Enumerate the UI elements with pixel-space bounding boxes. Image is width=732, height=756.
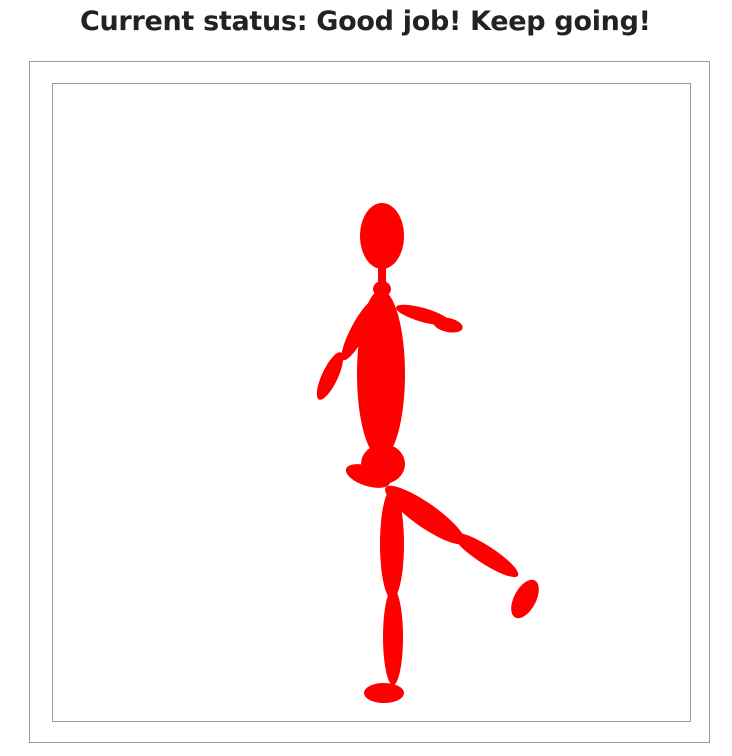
figure-thigh-standing: [380, 489, 404, 599]
pose-canvas: [52, 83, 691, 722]
figure-shin-standing: [383, 589, 403, 685]
figure-forearm-left: [316, 352, 344, 400]
status-heading: Current status: Good job! Keep going!: [80, 6, 651, 37]
figure-head: [360, 203, 404, 269]
pose-frame-outer: [29, 61, 710, 743]
figure-foot-standing: [364, 683, 404, 703]
figure-foot-raised: [511, 579, 539, 619]
stick-figure: [316, 203, 539, 703]
figure-shin-raised: [453, 532, 519, 578]
stick-figure-body: [316, 203, 539, 703]
